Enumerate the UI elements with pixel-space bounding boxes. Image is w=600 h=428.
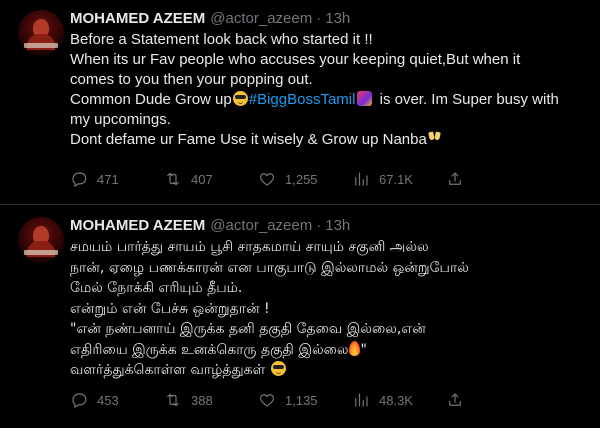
author-name[interactable]: MOHAMED AZEEM — [70, 217, 205, 235]
share-icon — [449, 172, 461, 185]
text-segment: is over. Im Super busy with — [375, 91, 559, 108]
text-segment: Common Dude Grow up — [70, 91, 232, 108]
views-button[interactable]: 48.3K — [352, 391, 446, 409]
reply-icon — [72, 172, 87, 187]
like-button[interactable]: 1,255 — [258, 170, 352, 188]
text-line: நான், ஏழை பணக்காரன் என பாகுபாடு இல்லாமல்… — [70, 259, 469, 276]
text-line: Dont defame ur Fame Use it wisely & Grow… — [70, 130, 584, 150]
tweet[interactable]: MOHAMED AZEEM @actor_azeem · 13h சமயம் ப… — [0, 205, 600, 428]
text-segment: " — [360, 341, 367, 358]
retweet-count: 388 — [191, 392, 213, 408]
text-line: மேல் நோக்கி எரியும் தீபம். — [70, 280, 243, 296]
like-button[interactable]: 1,135 — [258, 391, 352, 409]
text-line: When its ur Fav people who accuses your … — [70, 51, 521, 68]
separator: · — [316, 217, 322, 234]
separator: · — [316, 10, 322, 27]
views-count: 67.1K — [379, 171, 413, 187]
hashtag-link[interactable]: #BiggBossTamil — [249, 91, 356, 108]
author-handle[interactable]: @actor_azeem — [210, 10, 312, 28]
like-icon — [259, 394, 275, 407]
retweet-button[interactable]: 407 — [164, 170, 258, 188]
text-line: Before a Statement look back who started… — [70, 31, 373, 48]
reply-count: 453 — [97, 392, 119, 408]
tweet-header: MOHAMED AZEEM @actor_azeem · 13h — [70, 10, 584, 28]
views-count: 48.3K — [379, 392, 413, 408]
bigg-boss-hashflag-icon — [357, 91, 373, 106]
text-segment: எதிரியை இருக்க உனக்கொரு தகுதி இல்லை — [70, 341, 349, 358]
like-count: 1,135 — [285, 392, 318, 408]
avatar[interactable] — [18, 10, 64, 56]
tweet-actions: 453 388 1,135 48.3K — [70, 391, 584, 409]
tweet-header: MOHAMED AZEEM @actor_azeem · 13h — [70, 217, 584, 235]
tweet-time[interactable]: 13h — [325, 217, 350, 235]
author-handle[interactable]: @actor_azeem — [210, 217, 312, 235]
reply-count: 471 — [97, 171, 119, 187]
text-segment: Dont defame ur Fame Use it wisely & Grow… — [70, 131, 427, 148]
timeline: MOHAMED AZEEM @actor_azeem · 13h Before … — [0, 0, 600, 428]
avatar[interactable] — [18, 217, 64, 263]
clinking-glasses-emoji-icon — [428, 131, 442, 146]
retweet-button[interactable]: 388 — [164, 391, 258, 409]
tweet-actions: 471 407 1,255 67.1K — [70, 170, 584, 188]
views-button[interactable]: 67.1K — [352, 170, 446, 188]
text-line: சமயம் பார்த்து சாயம் பூசி சாதகமாய் சாயும… — [70, 239, 429, 255]
like-icon — [259, 173, 275, 186]
text-line: my upcomings. — [70, 111, 171, 128]
share-icon — [449, 393, 461, 406]
retweet-icon — [167, 393, 179, 407]
like-count: 1,255 — [285, 171, 318, 187]
author-name[interactable]: MOHAMED AZEEM — [70, 10, 205, 28]
sunglasses-emoji-icon — [232, 91, 248, 106]
text-line: Common Dude Grow up #BiggBossTamil is ove… — [70, 90, 584, 110]
retweet-icon — [167, 172, 179, 186]
text-line: எதிரியை இருக்க உனக்கொரு தகுதி இல்லை " — [70, 340, 584, 361]
text-line: என்றும் என் பேச்சு ஒன்றுதான் ! — [70, 300, 270, 317]
tweet-text: Before a Statement look back who started… — [70, 30, 584, 150]
reply-icon — [72, 393, 87, 408]
views-icon — [355, 172, 368, 186]
share-button[interactable] — [446, 391, 476, 409]
reply-button[interactable]: 471 — [70, 170, 164, 188]
retweet-count: 407 — [191, 171, 213, 187]
tweet[interactable]: MOHAMED AZEEM @actor_azeem · 13h Before … — [0, 0, 600, 205]
text-line: comes to you then your popping out. — [70, 71, 313, 88]
text-line: வளர்த்துக்கொள்ள வாழ்த்துகள் — [70, 360, 584, 381]
tweet-text: சமயம் பார்த்து சாயம் பூசி சாதகமாய் சாயும… — [70, 237, 584, 381]
sunglasses-emoji-icon — [270, 361, 286, 376]
text-segment: வளர்த்துக்கொள்ள வாழ்த்துகள் — [70, 362, 270, 378]
tweet-time[interactable]: 13h — [325, 10, 350, 28]
text-line: "என் நண்பனாய் இருக்க தனி தகுதி தேவை இல்ல… — [70, 321, 426, 337]
share-button[interactable] — [446, 170, 476, 188]
views-icon — [355, 393, 368, 407]
fire-emoji-icon — [349, 340, 361, 356]
reply-button[interactable]: 453 — [70, 391, 164, 409]
